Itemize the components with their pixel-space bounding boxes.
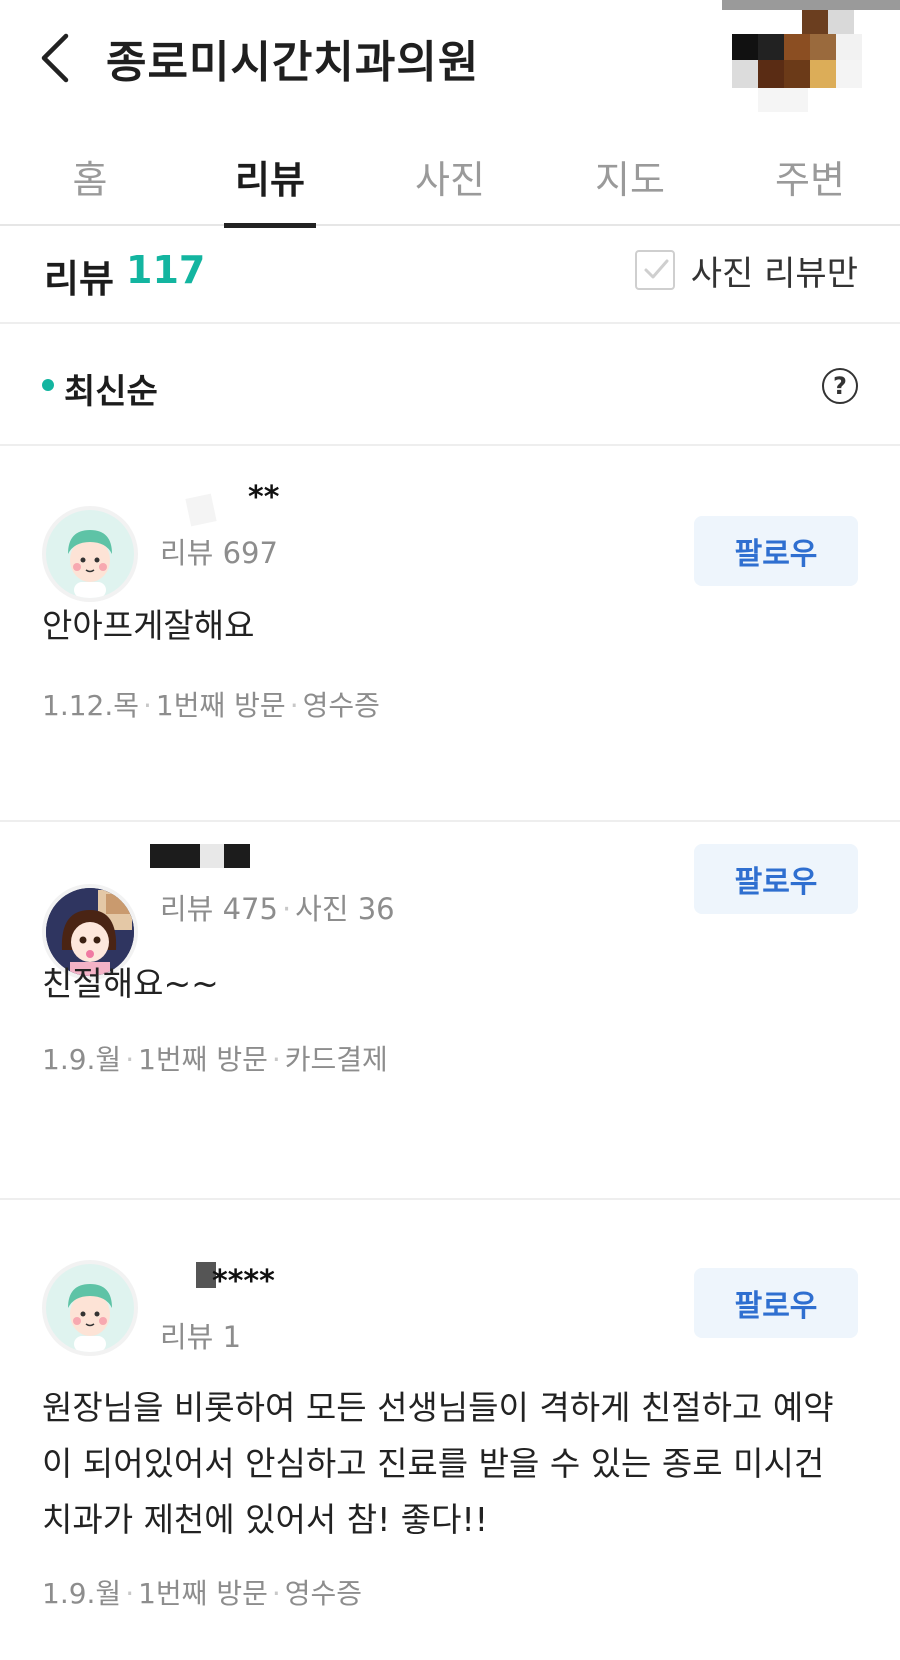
review-item: ** 리뷰 697 팔로우 안아프게잘해요 1.12.목 · 1번째 방문 · 영수증 <box>0 448 900 822</box>
photo-filter-label: 사진 리뷰만 <box>690 253 858 294</box>
payment-type: 영수증 <box>284 1577 363 1610</box>
page-title: 종로미시간치과의원 <box>106 37 480 88</box>
visit-count: 1번째 방문 <box>138 1043 268 1076</box>
tab-bar: 홈 리뷰 사진 지도 주변 <box>0 126 900 228</box>
review-text: 안아프게잘해요 <box>42 606 255 645</box>
review-count-label: 리뷰 <box>44 257 114 301</box>
payment-type: 카드결제 <box>284 1043 388 1076</box>
reviewer-stats: 리뷰 475 · 사진 36 <box>160 892 395 926</box>
review-text: 친절해요~~ <box>42 964 219 1003</box>
name-mask <box>150 844 200 868</box>
visit-count: 1번째 방문 <box>138 1577 268 1610</box>
question-circle-icon[interactable]: ? <box>822 368 858 404</box>
visit-date: 1.12.목 <box>42 689 140 722</box>
review-text: 원장님을 비롯하여 모든 선생님들이 격하게 친절하고 예약이 되어있어서 안심… <box>42 1388 834 1539</box>
sort-option-latest[interactable]: 최신순 <box>64 364 158 413</box>
review-item: **** 리뷰 1 팔로우 원장님을 비롯하여 모든 선생님들이 격하게 친절하… <box>0 1200 900 1660</box>
visit-count: 1번째 방문 <box>155 689 286 722</box>
follow-button[interactable]: 팔로우 <box>694 516 858 586</box>
payment-type: 영수증 <box>302 689 380 722</box>
visit-date: 1.9.월 <box>42 1577 122 1610</box>
tab-nearby[interactable]: 주변 <box>720 126 900 226</box>
photo-review-filter[interactable]: 사진 리뷰만 <box>634 244 858 296</box>
pixelated-profile-image[interactable] <box>722 0 900 118</box>
follow-button[interactable]: 팔로우 <box>694 844 858 914</box>
review-meta: 1.12.목 · 1번째 방문 · 영수증 <box>42 689 380 722</box>
reviewer-name[interactable]: ** <box>248 480 279 515</box>
reviewer-stats: 리뷰 697 <box>160 536 278 570</box>
visit-date: 1.9.월 <box>42 1043 122 1076</box>
review-meta: 1.9.월 · 1번째 방문 · 카드결제 <box>42 1043 388 1076</box>
review-count-stat: 리뷰 475 <box>160 892 278 926</box>
review-summary: 리뷰 117 사진 리뷰만 <box>0 228 900 324</box>
tab-photos[interactable]: 사진 <box>360 126 540 226</box>
follow-button[interactable]: 팔로우 <box>694 1268 858 1338</box>
tab-map[interactable]: 지도 <box>540 126 720 226</box>
tab-reviews[interactable]: 리뷰 <box>180 126 360 228</box>
avatar[interactable] <box>42 506 138 602</box>
reviewer-stats: 리뷰 1 <box>160 1320 242 1354</box>
back-button[interactable] <box>36 28 76 88</box>
checkbox-icon[interactable] <box>634 250 675 290</box>
chevron-left-icon <box>41 33 69 83</box>
sort-indicator-dot <box>42 379 54 391</box>
avatar[interactable] <box>42 1260 138 1356</box>
name-mask <box>200 844 224 868</box>
review-count: 117 <box>126 248 206 292</box>
review-meta: 1.9.월 · 1번째 방문 · 영수증 <box>42 1577 363 1610</box>
review-item: 리뷰 475 · 사진 36 팔로우 친절해요~~ 1.9.월 · 1번째 방문 · 카드결… <box>0 822 900 1200</box>
sort-bar: 최신순 ? <box>0 326 900 446</box>
app-header: 종로미시간치과의원 <box>0 0 900 120</box>
name-mask <box>224 844 250 868</box>
reviewer-name[interactable]: **** <box>212 1264 275 1299</box>
name-mask <box>185 493 217 527</box>
photo-count-stat: 사진 36 <box>295 892 395 926</box>
tab-home[interactable]: 홈 <box>0 126 180 226</box>
